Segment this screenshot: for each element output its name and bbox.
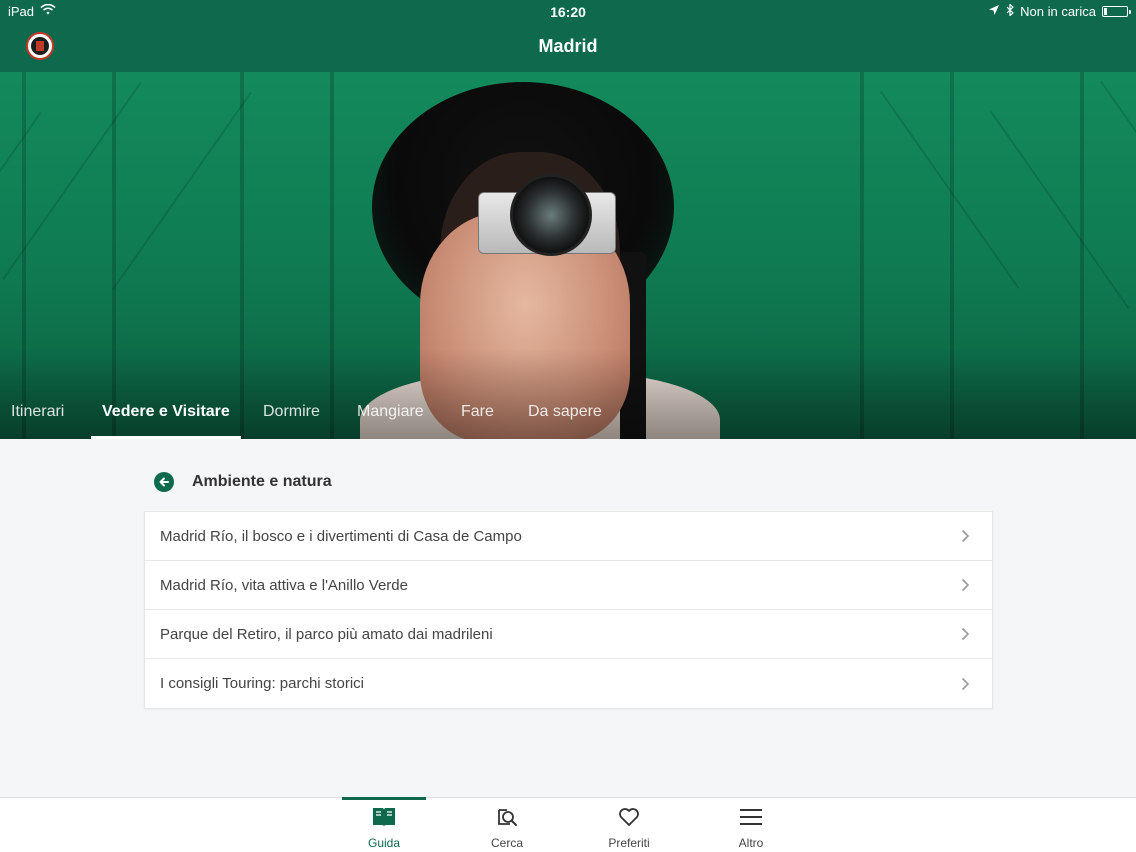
section-header: Ambiente e natura <box>154 470 332 494</box>
status-time: 16:20 <box>550 4 586 20</box>
list-item-label: Madrid Río, il bosco e i divertimenti di… <box>160 527 522 545</box>
bottom-navigation: Guida Cerca Preferiti Altro <box>0 797 1136 852</box>
chevron-right-icon <box>961 525 970 547</box>
tab-mangiare[interactable]: Mangiare <box>346 398 435 439</box>
location-icon <box>988 4 1000 19</box>
list-item-label: I consigli Touring: parchi storici <box>160 675 364 692</box>
chevron-right-icon <box>961 623 970 645</box>
tab-itinerari[interactable]: Itinerari <box>0 398 75 439</box>
status-bar: iPad 16:20 Non in carica <box>0 0 1136 22</box>
nav-label: Altro <box>738 836 764 850</box>
back-arrow-icon[interactable] <box>154 472 174 492</box>
nav-altro[interactable]: Altro <box>709 798 793 852</box>
tab-da-sapere[interactable]: Da sapere <box>517 398 613 439</box>
hero-image <box>0 72 1136 439</box>
bluetooth-icon <box>1006 3 1015 19</box>
nav-label: Preferiti <box>608 836 650 850</box>
list-item[interactable]: I consigli Touring: parchi storici <box>145 659 992 708</box>
tab-vedere-e-visitare[interactable]: Vedere e Visitare <box>91 398 241 439</box>
nav-label: Cerca <box>490 836 523 850</box>
search-icon <box>494 804 520 830</box>
nav-guida[interactable]: Guida <box>342 797 426 852</box>
list-item-label: Madrid Río, vita attiva e l'Anillo Verde <box>160 576 408 594</box>
menu-icon <box>738 804 764 830</box>
nav-cerca[interactable]: Cerca <box>465 798 549 852</box>
chevron-right-icon <box>961 673 970 695</box>
chevron-right-icon <box>961 574 970 596</box>
list-item[interactable]: Madrid Río, il bosco e i divertimenti di… <box>145 512 992 561</box>
tab-fare[interactable]: Fare <box>450 398 505 439</box>
list-item-label: Parque del Retiro, il parco più amato da… <box>160 625 493 643</box>
list-item[interactable]: Parque del Retiro, il parco più amato da… <box>145 610 992 659</box>
book-icon <box>371 804 397 830</box>
places-list: Madrid Río, il bosco e i divertimenti di… <box>144 511 993 709</box>
charging-status: Non in carica <box>1020 4 1096 19</box>
page-title: Madrid <box>538 36 598 56</box>
top-bar: iPad 16:20 Non in carica Madrid <box>0 0 1136 72</box>
list-item[interactable]: Madrid Río, vita attiva e l'Anillo Verde <box>145 561 992 610</box>
section-title: Ambiente e natura <box>192 473 332 490</box>
battery-icon <box>1102 6 1131 17</box>
nav-label: Guida <box>367 836 401 850</box>
tab-dormire[interactable]: Dormire <box>252 398 331 439</box>
nav-preferiti[interactable]: Preferiti <box>587 798 671 852</box>
heart-icon <box>616 804 642 830</box>
